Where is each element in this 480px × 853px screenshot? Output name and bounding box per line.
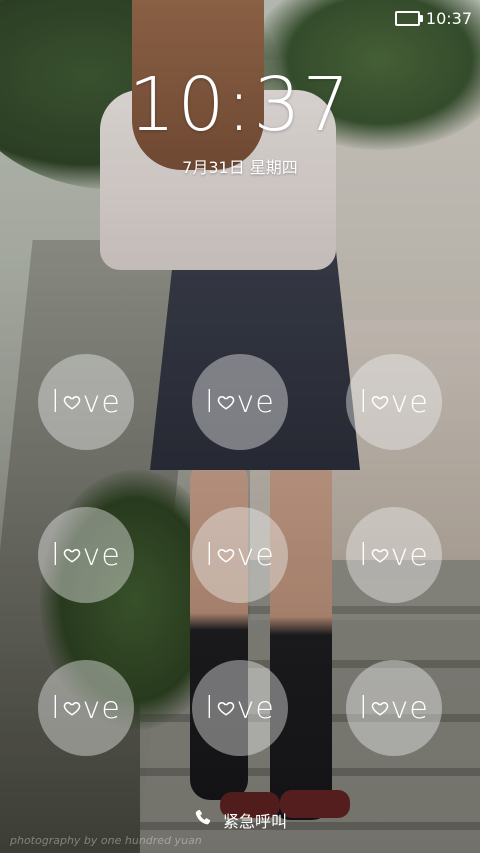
phone-icon	[193, 808, 213, 832]
heart-icon	[371, 395, 388, 410]
pattern-dot-8[interactable]: lve	[192, 660, 288, 756]
lock-date: 7月31日 星期四	[182, 158, 298, 177]
pattern-dot-9[interactable]: lve	[346, 660, 442, 756]
emergency-call-button[interactable]: 紧急呼叫	[0, 808, 480, 832]
love-label: lve	[51, 690, 121, 726]
pattern-dot-6[interactable]: lve	[346, 507, 442, 603]
pattern-dot-5[interactable]: lve	[192, 507, 288, 603]
love-label: lve	[51, 384, 121, 420]
love-label: lve	[205, 537, 275, 573]
love-label: lve	[205, 690, 275, 726]
heart-icon	[63, 395, 80, 410]
pattern-dot-2[interactable]: lve	[192, 354, 288, 450]
love-label: lve	[51, 537, 121, 573]
pattern-dot-4[interactable]: lve	[38, 507, 134, 603]
lock-clock: 10:37	[128, 62, 352, 148]
pattern-dot-3[interactable]: lve	[346, 354, 442, 450]
pattern-dot-7[interactable]: lve	[38, 660, 134, 756]
heart-icon	[371, 701, 388, 716]
heart-icon	[217, 548, 234, 563]
heart-icon	[371, 548, 388, 563]
heart-icon	[63, 548, 80, 563]
heart-icon	[217, 395, 234, 410]
heart-icon	[217, 701, 234, 716]
emergency-call-label: 紧急呼叫	[222, 812, 287, 831]
love-label: lve	[359, 537, 429, 573]
love-label: lve	[205, 384, 275, 420]
love-label: lve	[359, 384, 429, 420]
status-bar: 10:37	[394, 0, 472, 36]
pattern-dot-1[interactable]: lve	[38, 354, 134, 450]
photo-credit: photography by one hundred yuan	[10, 834, 202, 847]
love-label: lve	[359, 690, 429, 726]
pattern-lock-grid[interactable]: lve lve lve lve lve lve lve lve lve	[38, 354, 442, 756]
heart-icon	[63, 701, 80, 716]
status-time: 10:37	[425, 8, 472, 28]
battery-icon	[394, 10, 423, 26]
